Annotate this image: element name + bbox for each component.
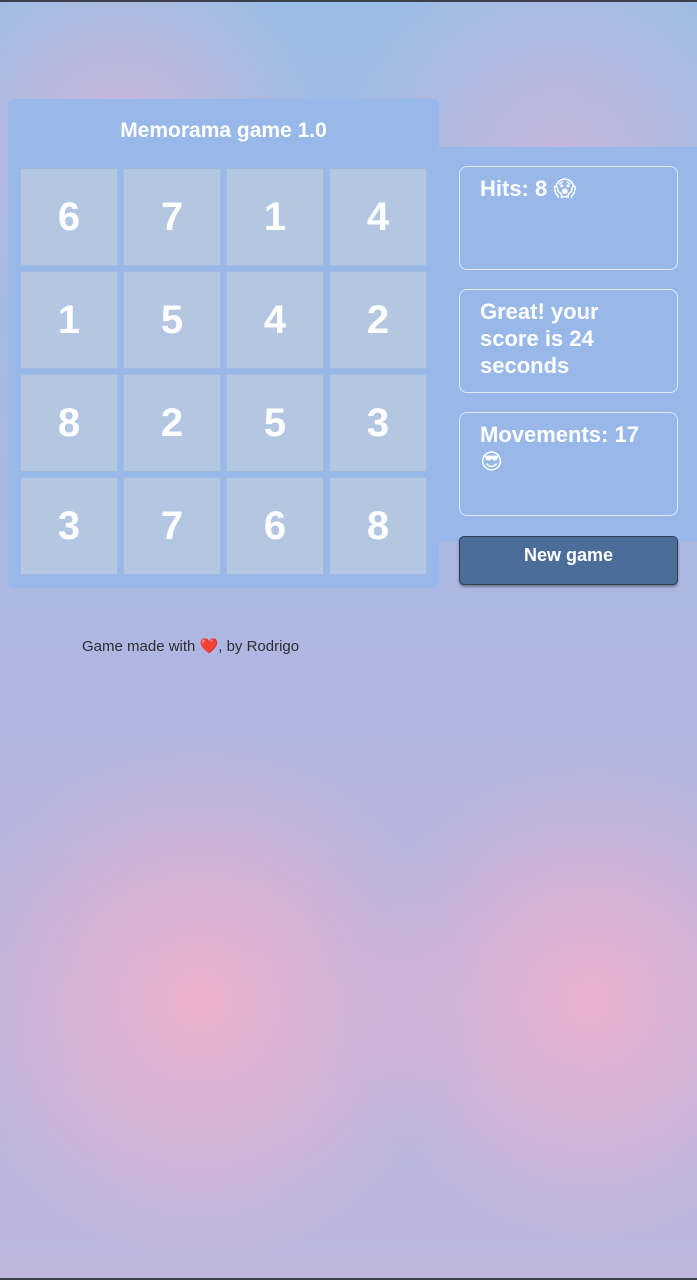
card-3[interactable]: 1 xyxy=(226,168,324,266)
shocked-face-icon: 😱 xyxy=(553,177,577,202)
card-7[interactable]: 4 xyxy=(226,271,324,369)
card-9[interactable]: 8 xyxy=(20,374,118,472)
sunglasses-face-icon: 😎 xyxy=(480,450,503,475)
card-10[interactable]: 2 xyxy=(123,374,221,472)
movements-card: Movements: 17 😎 xyxy=(459,412,678,516)
hits-card: Hits: 8 😱 xyxy=(459,166,678,270)
card-12[interactable]: 3 xyxy=(329,374,427,472)
card-4[interactable]: 4 xyxy=(329,168,427,266)
card-15[interactable]: 6 xyxy=(226,477,324,575)
game-title: Memorama game 1.0 xyxy=(120,119,327,142)
card-11[interactable]: 5 xyxy=(226,374,324,472)
card-13[interactable]: 3 xyxy=(20,477,118,575)
card-8[interactable]: 2 xyxy=(329,271,427,369)
heart-icon: ❤️ xyxy=(199,637,219,655)
top-border xyxy=(0,0,697,2)
footer-prefix: Game made with xyxy=(82,638,200,655)
score-card: Great! your score is 24 seconds xyxy=(459,289,678,393)
score-message: Great! your score is 24 seconds xyxy=(480,299,599,378)
footer-credit: Game made with ❤️, by Rodrigo xyxy=(82,637,299,655)
new-game-button[interactable]: New game xyxy=(459,536,678,585)
footer-suffix: , by Rodrigo xyxy=(218,638,300,655)
card-14[interactable]: 7 xyxy=(123,477,221,575)
card-6[interactable]: 5 xyxy=(123,271,221,369)
card-16[interactable]: 8 xyxy=(329,477,427,575)
card-grid: 6 7 1 4 1 5 4 2 8 2 5 3 3 7 6 8 xyxy=(20,168,427,575)
movements-label: Movements: 17 xyxy=(480,422,639,447)
game-board-panel: Memorama game 1.0 6 7 1 4 1 5 4 2 8 2 5 … xyxy=(8,99,439,588)
hits-label: Hits: 8 xyxy=(480,176,548,201)
card-2[interactable]: 7 xyxy=(123,168,221,266)
card-5[interactable]: 1 xyxy=(20,271,118,369)
card-1[interactable]: 6 xyxy=(20,168,118,266)
